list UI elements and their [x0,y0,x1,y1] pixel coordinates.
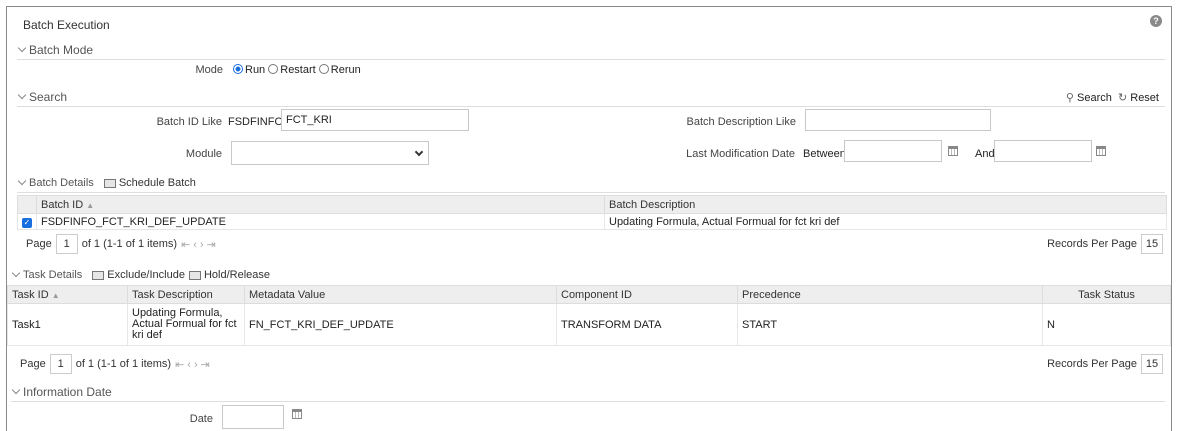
divider [17,192,1165,193]
batch-description-input[interactable] [805,109,991,131]
table-row[interactable]: Task1 Updating Formula, Actual Formual f… [7,303,1171,346]
calendar-icon[interactable] [292,409,302,419]
and-label: And [975,148,995,160]
mode-label: Mode [195,64,223,76]
chevron-down-icon [11,385,21,395]
to-date-input[interactable] [994,140,1092,162]
calendar-icon[interactable] [1096,146,1106,156]
batch-table: Batch ID ▲ Batch Description ✓ FSDFINFO_… [17,195,1167,230]
chevron-down-icon [11,268,21,278]
table-row[interactable]: ✓ FSDFINFO_FCT_KRI_DEF_UPDATE Updating F… [17,213,1167,230]
mode-radio-group: Run Restart Rerun [233,64,361,76]
sort-up-icon: ▲ [51,290,60,300]
batch-pager: Page 1 of 1 (1-1 of 1 items) ⇤‹›⇥ [26,234,219,254]
information-date-input[interactable] [222,405,284,429]
hold-release-button[interactable]: Hold/Release [204,269,270,281]
section-label: Information Date [23,385,112,399]
section-label: Batch Mode [29,43,94,57]
batch-id-label: Batch ID Like [156,116,222,128]
module-select[interactable] [231,141,429,165]
task-id-cell: Task1 [7,303,128,346]
exclude-include-icon [92,270,105,280]
batch-id-prefix: FSDFINFO_ [228,116,290,128]
column-batch-id[interactable]: Batch ID ▲ [36,195,605,214]
column-metadata-value[interactable]: Metadata Value [244,285,557,304]
chevron-down-icon [17,43,27,53]
column-task-description[interactable]: Task Description [127,285,245,304]
batch-records-per-page: Records Per Page 15 [1047,234,1163,254]
section-label: Batch Details [29,177,94,189]
component-id-cell: TRANSFORM DATA [556,303,738,346]
table-header: Batch ID ▲ Batch Description [17,195,1167,214]
hold-release-icon [188,270,201,280]
column-task-status[interactable]: Task Status [1042,285,1171,304]
records-per-page-input[interactable]: 15 [1141,354,1163,374]
column-component-id[interactable]: Component ID [556,285,738,304]
divider [17,106,1165,107]
task-records-per-page: Records Per Page 15 [1047,354,1163,374]
reset-icon: ↻ [1117,92,1128,104]
batch-id-cell: FSDFINFO_FCT_KRI_DEF_UPDATE [36,213,605,230]
chevron-down-icon [17,176,27,186]
search-button[interactable]: ⚲ Search [1066,92,1115,104]
page-number-input[interactable]: 1 [49,354,72,374]
metadata-value-cell: FN_FCT_KRI_DEF_UPDATE [244,303,557,346]
sort-up-icon: ▲ [86,200,95,210]
schedule-icon [103,178,116,188]
section-task-details[interactable]: Task Details Exclude/Include Hold/Releas… [11,268,270,281]
search-icon: ⚲ [1065,92,1074,104]
section-batch-mode[interactable]: Batch Mode [17,43,93,57]
page-number-input[interactable]: 1 [55,234,78,254]
column-precedence[interactable]: Precedence [737,285,1043,304]
schedule-batch-button[interactable]: Schedule Batch [119,177,196,189]
chevron-down-icon [414,147,424,157]
section-search[interactable]: Search [17,90,67,104]
module-label: Module [185,148,222,160]
help-icon[interactable]: ? [1150,15,1162,27]
task-description-cell: Updating Formula, Actual Formual for fct… [127,303,245,346]
task-table: Task ID ▲ Task Description Metadata Valu… [7,285,1171,346]
date-label: Date [189,413,213,425]
page-title: Batch Execution [23,18,110,32]
calendar-icon[interactable] [948,146,958,156]
pager-nav-icons[interactable]: ⇤‹›⇥ [175,358,213,371]
section-batch-details[interactable]: Batch Details Schedule Batch [17,176,196,189]
section-label: Search [29,90,68,104]
section-label: Task Details [23,269,83,281]
divider [11,401,1165,402]
search-actions: ⚲ Search ↻ Reset [1066,91,1159,104]
reset-button[interactable]: ↻ Reset [1118,92,1159,104]
records-per-page-input[interactable]: 15 [1141,234,1163,254]
task-status-cell: N [1042,303,1171,346]
column-task-id[interactable]: Task ID ▲ [7,285,128,304]
between-label: Between [803,148,846,160]
batch-description-cell: Updating Formula, Actual Formual for fct… [604,213,1167,230]
task-pager: Page 1 of 1 (1-1 of 1 items) ⇤‹›⇥ [20,354,213,374]
table-header: Task ID ▲ Task Description Metadata Valu… [7,285,1171,304]
from-date-input[interactable] [844,140,942,162]
section-information-date[interactable]: Information Date [11,385,112,399]
batch-execution-panel: Batch Execution ? Batch Mode Mode Run Re… [6,6,1172,431]
last-modification-label: Last Modification Date [686,148,795,160]
column-batch-description[interactable]: Batch Description [604,195,1167,214]
divider [17,59,1165,60]
chevron-down-icon [17,90,27,100]
batch-description-label: Batch Description Like [686,116,796,128]
pager-nav-icons[interactable]: ⇤‹›⇥ [181,238,219,251]
radio-restart[interactable]: Restart [268,64,316,76]
batch-id-input[interactable] [281,109,469,131]
radio-run[interactable]: Run [233,64,265,76]
radio-rerun[interactable]: Rerun [318,64,361,76]
exclude-include-button[interactable]: Exclude/Include [107,269,185,281]
row-checkbox[interactable]: ✓ [22,217,32,228]
precedence-cell: START [737,303,1043,346]
